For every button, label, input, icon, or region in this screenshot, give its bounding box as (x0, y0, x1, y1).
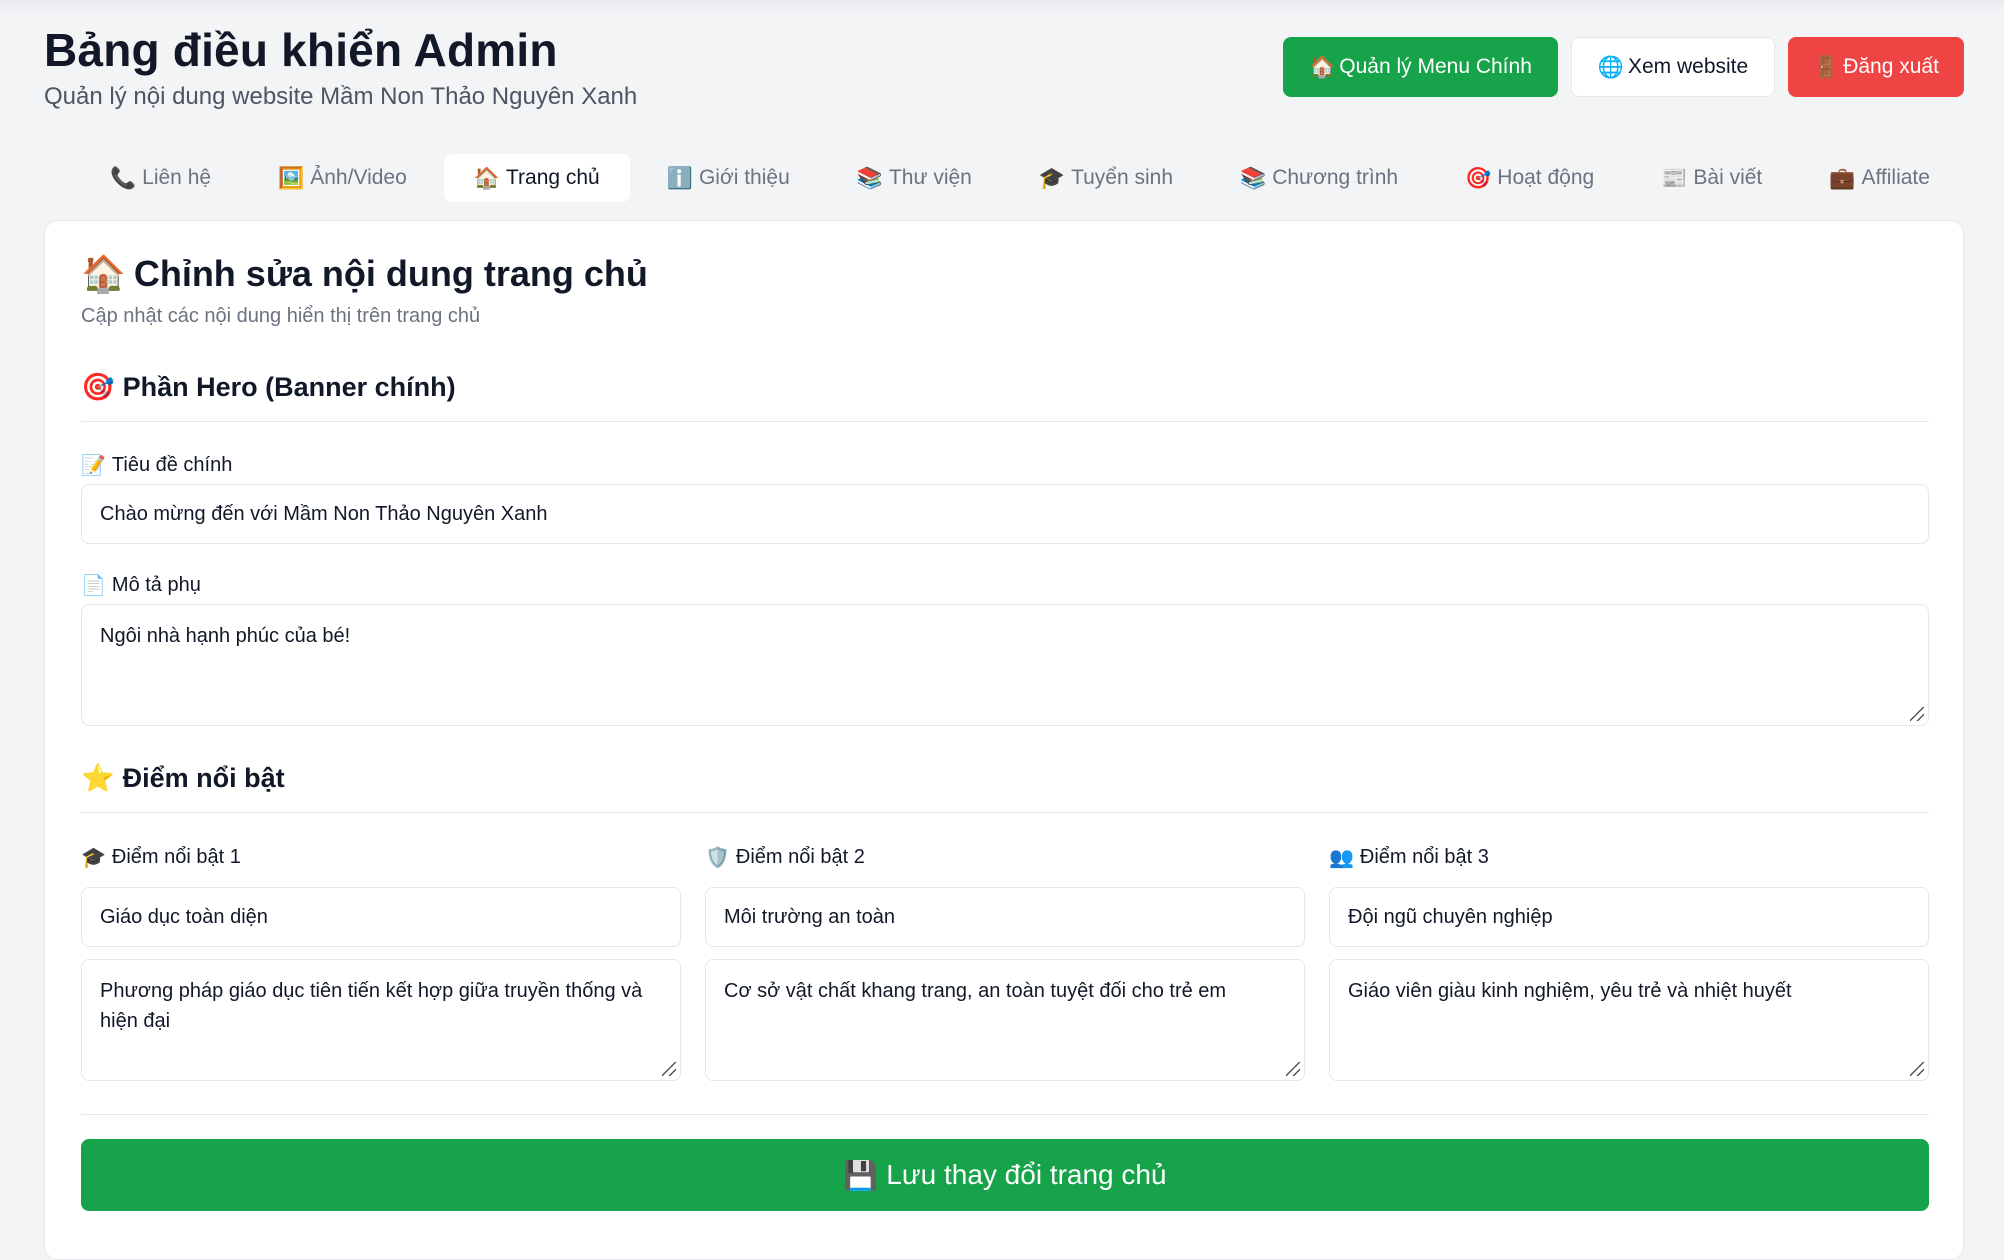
tab-bar: 📞 Liên hệ 🖼️ Ảnh/Video 🏠 Trang chủ ℹ️ Gi… (80, 154, 1960, 202)
shield-icon: 🛡️ (705, 845, 730, 869)
highlight-3-label-text: Điểm nổi bật 3 (1359, 845, 1489, 868)
header-title-block: Bảng điều khiển Admin Quản lý nội dung w… (44, 24, 637, 112)
resize-grip-icon[interactable] (1910, 707, 1924, 721)
star-icon: ⭐ (81, 763, 115, 794)
books-icon: 📚 (1240, 165, 1267, 190)
tab-contact[interactable]: 📞 Liên hệ (80, 154, 241, 202)
tab-label: Thư viện (888, 166, 972, 189)
tab-label: Trang chủ (505, 166, 600, 189)
tab-label: Chương trình (1272, 166, 1399, 189)
picture-icon: 🖼️ (278, 165, 305, 190)
highlights-section-title: ⭐ Điểm nổi bật (81, 762, 1929, 813)
form-divider (81, 1114, 1929, 1115)
tab-media[interactable]: 🖼️ Ảnh/Video (248, 154, 437, 202)
hero-section-title: 🎯 Phần Hero (Banner chính) (81, 371, 1929, 422)
highlight-2-description-textarea[interactable]: Cơ sở vật chất khang trang, an toàn tuyệ… (705, 959, 1305, 1081)
graduation-cap-icon: 🎓 (1038, 165, 1066, 190)
highlight-3-title-input[interactable] (1329, 887, 1929, 947)
highlight-3-description: Giáo viên giàu kinh nghiệm, yêu trẻ và n… (1348, 980, 1792, 1002)
phone-icon: 📞 (110, 165, 137, 190)
resize-grip-icon[interactable] (662, 1062, 676, 1076)
house-icon: 🏠 (1309, 54, 1336, 79)
info-icon: ℹ️ (666, 165, 693, 190)
tab-label: Ảnh/Video (310, 166, 407, 189)
books-icon: 📚 (856, 165, 883, 190)
editor-title: 🏠 Chỉnh sửa nội dung trang chủ (81, 253, 648, 295)
header-actions: 🏠 Quản lý Menu Chính 🌐 Xem website 🚪 Đăn… (1283, 37, 1964, 97)
target-icon: 🎯 (81, 372, 115, 403)
house-icon: 🏠 (473, 165, 500, 190)
editor-description: Cập nhật các nội dung hiển thị trên tran… (81, 305, 481, 327)
highlight-2-label-text: Điểm nổi bật 2 (735, 845, 865, 868)
hero-subtitle-textarea[interactable]: Ngôi nhà hạnh phúc của bé! (81, 604, 1929, 726)
highlight-1-description-textarea[interactable]: Phương pháp giáo dục tiên tiến kết hợp g… (81, 959, 681, 1081)
view-website-label: Xem website (1627, 55, 1749, 78)
page-icon: 📄 (81, 573, 106, 597)
logout-button[interactable]: 🚪 Đăng xuất (1788, 37, 1964, 97)
tab-label: Affiliate (1861, 166, 1930, 189)
highlight-2-description: Cơ sở vật chất khang trang, an toàn tuyệ… (724, 980, 1227, 1002)
highlight-1-label-text: Điểm nổi bật 1 (111, 845, 241, 868)
save-home-button[interactable]: 💾 Lưu thay đổi trang chủ (81, 1139, 1929, 1211)
hero-subtitle-value: Ngôi nhà hạnh phúc của bé! (100, 625, 351, 647)
hero-title-input[interactable] (81, 484, 1929, 544)
house-icon: 🏠 (81, 254, 126, 295)
tab-label: Bài viết (1693, 166, 1763, 189)
manage-main-menu-label: Quản lý Menu Chính (1339, 55, 1532, 78)
page-title: Bảng điều khiển Admin (44, 24, 558, 76)
hero-section-title-text: Phần Hero (Banner chính) (122, 371, 456, 402)
briefcase-icon: 💼 (1829, 165, 1856, 190)
target-icon: 🎯 (1465, 165, 1492, 190)
highlight-1-description: Phương pháp giáo dục tiên tiến kết hợp g… (100, 980, 643, 1032)
tab-articles[interactable]: 📰 Bài viết (1631, 154, 1792, 202)
newspaper-icon: 📰 (1661, 165, 1688, 190)
tab-activities[interactable]: 🎯 Hoạt động (1435, 154, 1624, 202)
tab-label: Giới thiệu (698, 166, 790, 189)
tab-admissions[interactable]: 🎓 Tuyển sinh (1009, 154, 1203, 202)
editor-title-text: Chỉnh sửa nội dung trang chủ (133, 253, 648, 294)
page-subtitle: Quản lý nội dung website Mầm Non Thảo Ng… (44, 83, 638, 110)
globe-icon: 🌐 (1597, 54, 1624, 79)
hero-subtitle-label-text: Mô tả phụ (111, 573, 201, 596)
highlight-3-label: 👥 Điểm nổi bật 3 (1329, 845, 1489, 869)
highlights-section-title-text: Điểm nổi bật (122, 762, 285, 793)
tab-affiliate[interactable]: 💼 Affiliate (1799, 154, 1960, 202)
hero-title-label: 📝 Tiêu đề chính (81, 453, 232, 477)
tab-label: Hoạt động (1497, 166, 1595, 189)
resize-grip-icon[interactable] (1286, 1062, 1300, 1076)
highlight-1-title-input[interactable] (81, 887, 681, 947)
door-icon: 🚪 (1813, 54, 1840, 79)
manage-main-menu-button[interactable]: 🏠 Quản lý Menu Chính (1283, 37, 1558, 97)
graduation-cap-icon: 🎓 (81, 845, 106, 869)
hero-subtitle-label: 📄 Mô tả phụ (81, 573, 201, 597)
highlight-1-label: 🎓 Điểm nổi bật 1 (81, 845, 241, 869)
highlight-2-label: 🛡️ Điểm nổi bật 2 (705, 845, 865, 869)
people-icon: 👥 (1329, 845, 1354, 869)
tab-label: Liên hệ (142, 166, 212, 189)
tab-label: Tuyển sinh (1071, 166, 1174, 189)
tab-programs[interactable]: 📚 Chương trình (1210, 154, 1428, 202)
hero-title-label-text: Tiêu đề chính (111, 453, 233, 476)
tab-about[interactable]: ℹ️ Giới thiệu (637, 154, 820, 202)
resize-grip-icon[interactable] (1910, 1062, 1924, 1076)
highlight-2-title-input[interactable] (705, 887, 1305, 947)
tab-library[interactable]: 📚 Thư viện (827, 154, 1002, 202)
tab-home[interactable]: 🏠 Trang chủ (443, 154, 630, 202)
view-website-button[interactable]: 🌐 Xem website (1571, 37, 1775, 97)
memo-icon: 📝 (81, 453, 106, 477)
save-home-label: Lưu thay đổi trang chủ (886, 1159, 1167, 1190)
floppy-disk-icon: 💾 (843, 1158, 879, 1192)
logout-label: Đăng xuất (1843, 55, 1939, 78)
highlight-3-description-textarea[interactable]: Giáo viên giàu kinh nghiệm, yêu trẻ và n… (1329, 959, 1929, 1081)
home-editor-card: 🏠 Chỉnh sửa nội dung trang chủ Cập nhật … (44, 220, 1964, 1260)
